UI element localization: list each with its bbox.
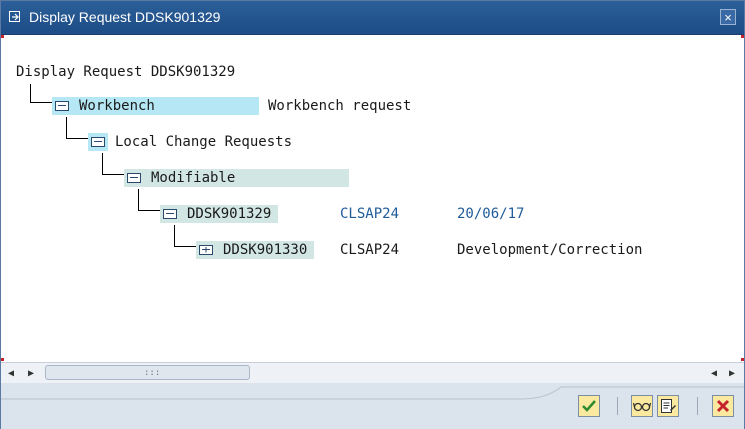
toolbar-separator: [697, 397, 698, 415]
tree-root-label[interactable]: Display Request DDSK901329: [16, 64, 235, 80]
folder-open-icon: [55, 101, 69, 111]
scroll-thumb[interactable]: :::: [45, 365, 250, 380]
node-task-ddsk901330[interactable]: [196, 241, 216, 258]
dialog-footer: [1, 383, 744, 429]
scroll-left-arrow-icon[interactable]: ◀: [711, 368, 717, 379]
title-bar: Display Request DDSK901329 ×: [1, 1, 744, 35]
scroll-right-arrow-icon[interactable]: ▶: [28, 368, 34, 379]
folder-open-icon: [91, 137, 105, 147]
node-date: 20/06/17: [457, 206, 525, 222]
node-label-local-change-requests[interactable]: Local Change Requests: [115, 133, 292, 151]
corner-mark: [741, 35, 744, 38]
scroll-left-arrow-icon[interactable]: ◀: [8, 368, 14, 379]
node-modifiable[interactable]: [124, 169, 144, 186]
node-label-task[interactable]: DDSK901330: [223, 241, 307, 259]
display-request-dialog: Display Request DDSK901329 × Display Req…: [0, 0, 745, 429]
toolbar-separator: [617, 397, 618, 415]
folder-closed-icon: [199, 245, 213, 255]
scroll-right-arrow-icon[interactable]: ▶: [729, 368, 735, 379]
document-icon: [661, 399, 676, 413]
display-request-icon: [9, 11, 20, 22]
node-label-request[interactable]: DDSK901329: [187, 205, 271, 223]
node-owner: CLSAP24: [340, 206, 400, 222]
node-description: Development/Correction: [457, 242, 643, 258]
tree-connector: [102, 153, 103, 174]
tree-connector: [138, 210, 160, 211]
folder-open-icon: [163, 209, 177, 219]
tree-connector: [138, 189, 139, 210]
corner-mark: [1, 358, 4, 361]
cancel-button[interactable]: [712, 395, 734, 417]
corner-mark: [741, 358, 744, 361]
node-local-change-requests[interactable]: [88, 133, 108, 150]
tree-connector: [30, 102, 52, 103]
tree-connector: [66, 138, 88, 139]
cancel-icon: [716, 399, 730, 413]
node-request-ddsk901329[interactable]: [160, 205, 180, 222]
display-document-button[interactable]: [657, 395, 679, 417]
confirm-button[interactable]: [578, 395, 600, 417]
compare-button[interactable]: [631, 395, 653, 417]
tree-panel: Display Request DDSK901329 Workbench Wor…: [1, 35, 744, 361]
corner-mark: [1, 35, 4, 38]
node-label-modifiable[interactable]: Modifiable: [151, 169, 235, 187]
node-label-workbench[interactable]: Workbench: [79, 97, 155, 115]
folder-open-icon: [127, 173, 141, 183]
tree-connector: [30, 84, 31, 102]
tree-connector: [174, 246, 196, 247]
checkmark-icon: [582, 400, 596, 412]
window-title: Display Request DDSK901329: [29, 9, 221, 25]
node-workbench[interactable]: [52, 97, 72, 114]
node-description: Workbench request: [268, 98, 412, 114]
close-button[interactable]: ×: [720, 9, 736, 25]
glasses-icon: [632, 402, 652, 412]
tree-connector: [174, 225, 175, 246]
horizontal-scrollbar[interactable]: ◀ ▶ ::: ◀ ▶: [1, 362, 744, 383]
node-owner: CLSAP24: [340, 242, 400, 258]
grip-icon: :::: [144, 368, 161, 378]
tree-connector: [102, 174, 124, 175]
tree-connector: [66, 117, 67, 138]
